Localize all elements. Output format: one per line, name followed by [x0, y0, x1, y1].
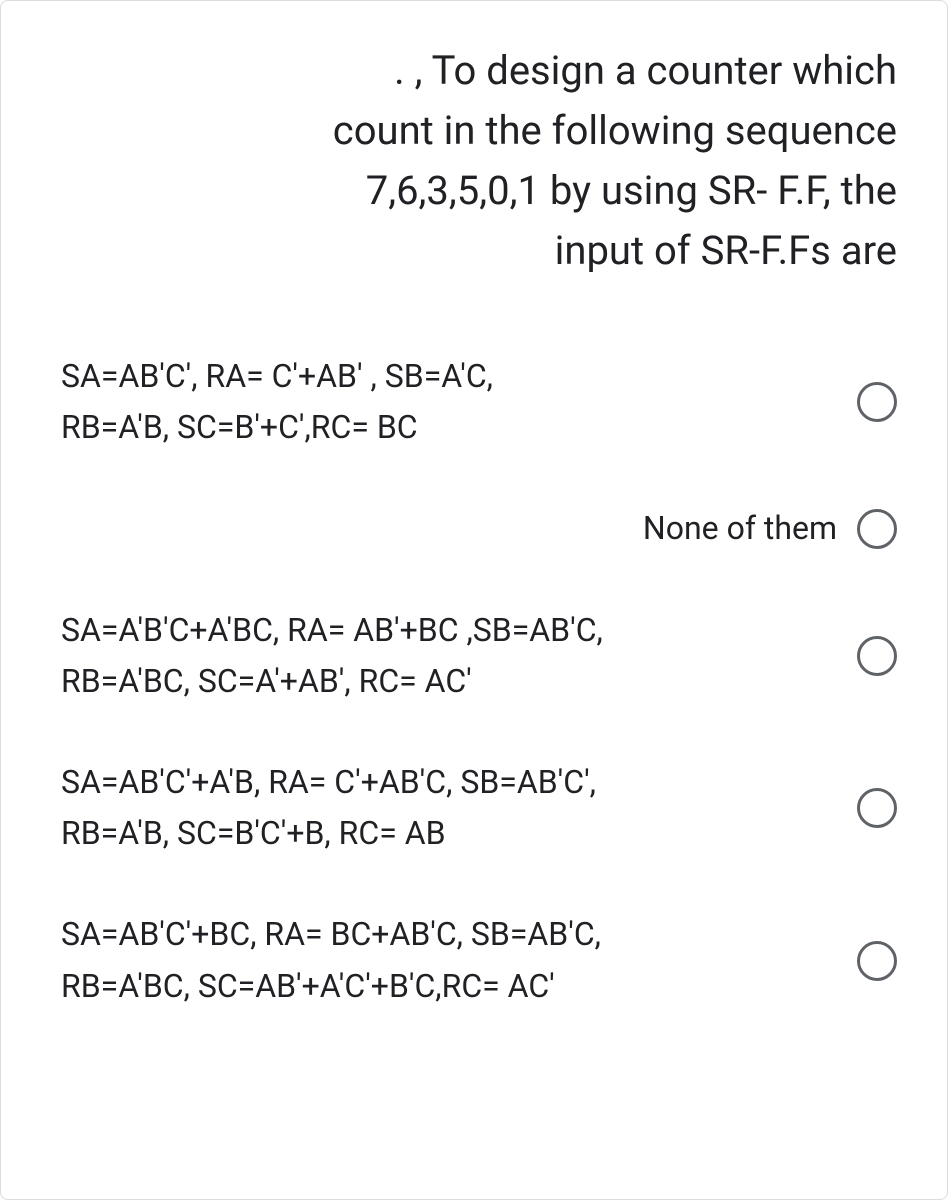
radio-button[interactable] — [857, 382, 897, 422]
option-text: SA=A'B'C+A'BC, RA= AB'+BC ,SB=AB'C, RB=A… — [61, 605, 837, 707]
question-line-3: 7,6,3,5,0,1 by using SR- F.F, the — [366, 167, 897, 214]
option-line-2: RB=A'B, SC=B'+C',RC= BC — [61, 408, 418, 446]
option-row: None of them — [61, 503, 897, 554]
option-text: SA=AB'C', RA= C'+AB' , SB=A'C, RB=A'B, S… — [61, 351, 837, 453]
question-card: . , To design a counter which count in t… — [0, 0, 948, 1200]
option-line-1: SA=AB'C'+A'B, RA= C'+AB'C, SB=AB'C', — [61, 763, 596, 801]
option-line-1: SA=AB'C', RA= C'+AB' , SB=A'C, — [61, 357, 493, 395]
option-line-1: SA=A'B'C+A'BC, RA= AB'+BC ,SB=AB'C, — [61, 611, 603, 649]
options-list: SA=AB'C', RA= C'+AB' , SB=A'C, RB=A'B, S… — [61, 351, 897, 1012]
option-row: SA=AB'C', RA= C'+AB' , SB=A'C, RB=A'B, S… — [61, 351, 897, 453]
option-row: SA=A'B'C+A'BC, RA= AB'+BC ,SB=AB'C, RB=A… — [61, 605, 897, 707]
option-text: SA=AB'C'+A'B, RA= C'+AB'C, SB=AB'C', RB=… — [61, 757, 837, 859]
question-line-2: count in the following sequence — [333, 107, 897, 154]
question-text: . , To design a counter which count in t… — [61, 41, 897, 281]
option-row: SA=AB'C'+BC, RA= BC+AB'C, SB=AB'C, RB=A'… — [61, 909, 897, 1011]
option-text: SA=AB'C'+BC, RA= BC+AB'C, SB=AB'C, RB=A'… — [61, 909, 837, 1011]
radio-button[interactable] — [857, 509, 897, 549]
option-text: None of them — [61, 503, 837, 554]
option-line-2: RB=A'BC, SC=AB'+A'C'+B'C,RC= AC' — [61, 967, 555, 1005]
question-line-4: input of SR-F.Fs are — [555, 227, 897, 274]
question-line-1: . , To design a counter which — [394, 47, 897, 94]
option-line-1: SA=AB'C'+BC, RA= BC+AB'C, SB=AB'C, — [61, 915, 601, 953]
radio-button[interactable] — [857, 788, 897, 828]
option-line-1: None of them — [643, 509, 837, 547]
option-line-2: RB=A'B, SC=B'C'+B, RC= AB — [61, 814, 446, 852]
radio-button[interactable] — [857, 941, 897, 981]
option-row: SA=AB'C'+A'B, RA= C'+AB'C, SB=AB'C', RB=… — [61, 757, 897, 859]
option-line-2: RB=A'BC, SC=A'+AB', RC= AC' — [61, 662, 472, 700]
radio-button[interactable] — [857, 636, 897, 676]
